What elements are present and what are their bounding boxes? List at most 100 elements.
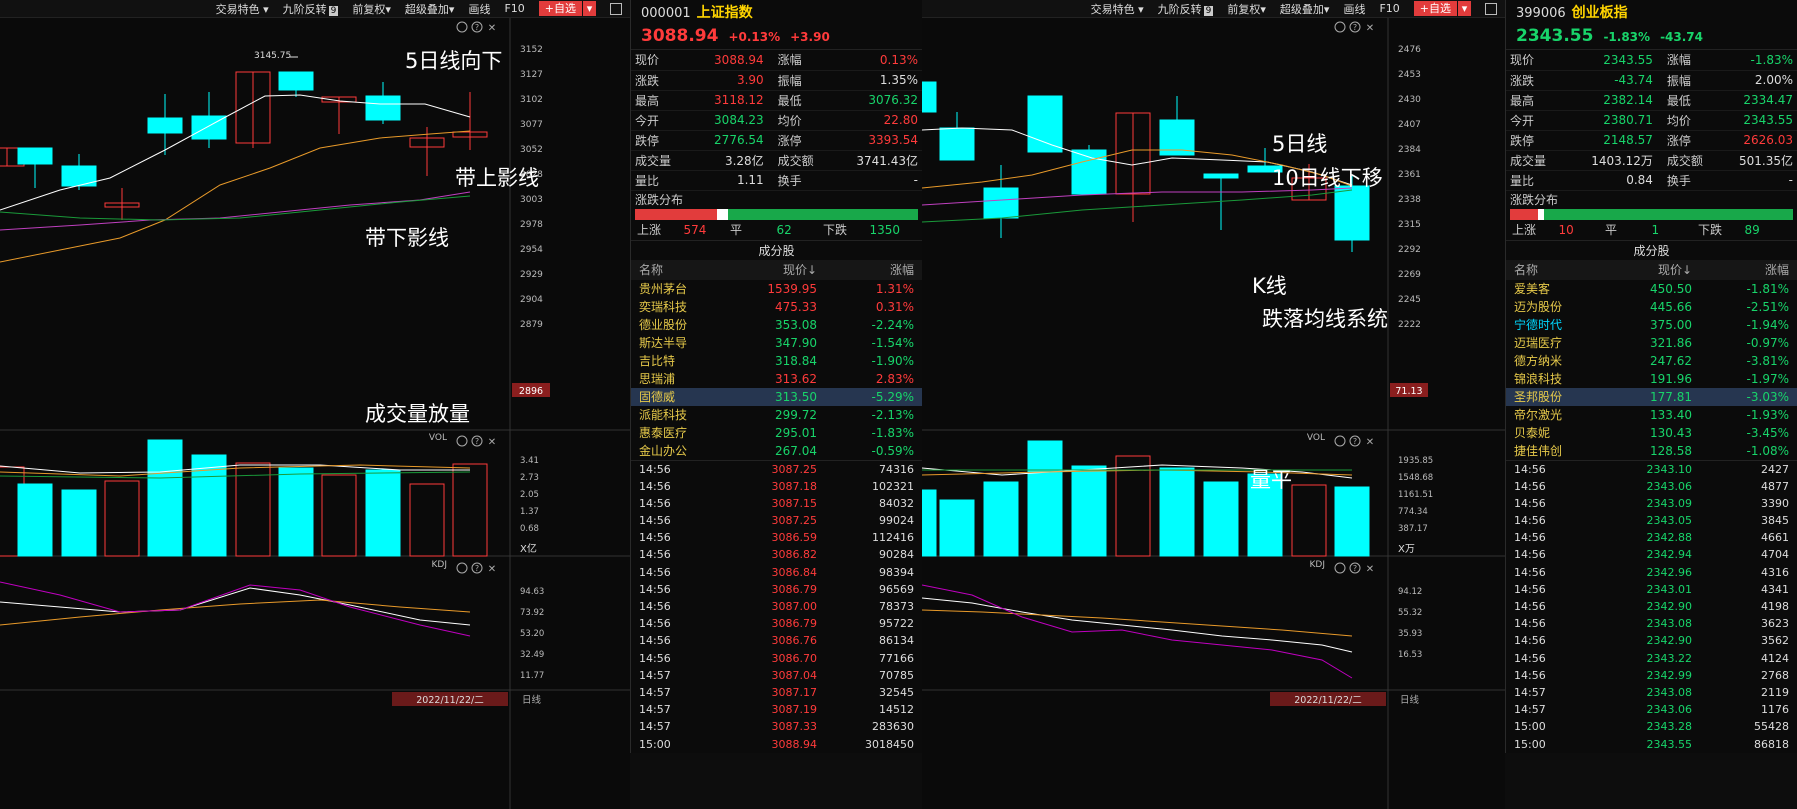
- stock-row[interactable]: 固德威 313.50 -5.29%: [631, 387, 922, 406]
- settings-icon: [1334, 21, 1346, 33]
- volume-bar: [939, 499, 975, 557]
- quote-value: 3088.94: [683, 50, 768, 71]
- stock-row[interactable]: 德业股份 353.08 -2.24%: [631, 316, 922, 334]
- stock-price: 295.01: [775, 425, 817, 440]
- col-change[interactable]: 涨幅: [1700, 260, 1797, 280]
- price-tick: 2929: [520, 270, 543, 280]
- tick-price: 2342.88: [1646, 531, 1693, 545]
- index-change-pct: -1.83%: [1603, 30, 1651, 44]
- tick-time: 14:56: [1514, 651, 1546, 665]
- stock-row[interactable]: 吉比特 318.84 -1.90%: [631, 352, 922, 370]
- stock-change: -1.08%: [1746, 443, 1789, 458]
- close-icon: ✕: [1366, 437, 1374, 448]
- quote-value: 0.13%: [819, 50, 922, 71]
- volume-bar: [922, 489, 937, 557]
- tick-time: 14:57: [1514, 685, 1546, 699]
- tick-time: 15:00: [639, 737, 671, 751]
- quote-row: 现价 3088.94 涨幅 0.13%: [631, 50, 922, 71]
- right-kline-chart[interactable]: 交易特色 ▾ 九阶反转 9 前复权▾ 超级叠加▾ 画线 F10 +自选 ▾ 247…: [922, 0, 1505, 809]
- stock-row[interactable]: 锦浪科技 191.96 -1.97%: [1506, 370, 1797, 388]
- stock-change: -0.97%: [1746, 335, 1789, 350]
- stock-row[interactable]: 迈瑞医疗 321.86 -0.97%: [1506, 334, 1797, 352]
- vol-label: VOL: [1307, 433, 1325, 443]
- components-header[interactable]: 名称 现价↓ 涨幅: [1506, 259, 1797, 280]
- kdj-tick: 11.77: [520, 671, 544, 681]
- quote-label: 换手: [1656, 170, 1709, 191]
- quote-label: 跌停: [1506, 130, 1558, 151]
- components-header[interactable]: 名称 现价↓ 涨幅: [631, 259, 922, 280]
- stock-row[interactable]: 奕瑞科技 475.33 0.31%: [631, 298, 922, 316]
- annotation: 5日线: [1272, 132, 1328, 156]
- quote-value: 3741.43亿: [819, 150, 922, 171]
- stock-row[interactable]: 斯达半导 347.90 -1.54%: [631, 334, 922, 352]
- price-tick: 2879: [520, 320, 543, 330]
- tick-time: 14:56: [1514, 479, 1546, 493]
- candle: [365, 95, 401, 121]
- tick-time: 14:56: [1514, 617, 1546, 631]
- stock-row[interactable]: 迈为股份 445.66 -2.51%: [1506, 298, 1797, 316]
- flat-count: 62: [776, 222, 792, 237]
- stock-row[interactable]: 德方纳米 247.62 -3.81%: [1506, 352, 1797, 370]
- stock-row[interactable]: 贝泰妮 130.43 -3.45%: [1506, 424, 1797, 442]
- stock-row[interactable]: 派能科技 299.72 -2.13%: [631, 406, 922, 424]
- stock-name: 宁德时代: [1514, 317, 1563, 332]
- stock-row[interactable]: 帝尔激光 133.40 -1.93%: [1506, 406, 1797, 424]
- quote-table: 现价 3088.94 涨幅 0.13% 涨跌 3.90 振幅 1.35% 最高 3118.12 最低…: [631, 50, 922, 191]
- index-change-pct: +0.13%: [728, 30, 781, 44]
- col-name[interactable]: 名称: [631, 260, 728, 280]
- col-price[interactable]: 现价↓: [1603, 260, 1700, 280]
- kdj-tick: 53.20: [520, 629, 544, 639]
- tick-row: 15:00 3088.94 3018450: [631, 736, 922, 753]
- stock-row[interactable]: 金山办公 267.04 -0.59%: [631, 442, 922, 460]
- left-kline-chart[interactable]: 交易特色 ▾ 九阶反转 9 前复权▾ 超级叠加▾ 画线 F10 +自选 ▾ 315…: [0, 0, 630, 809]
- col-change[interactable]: 涨幅: [825, 260, 922, 280]
- tick-volume: 86818: [1754, 737, 1789, 751]
- quote-label: 均价: [767, 110, 820, 131]
- stock-row[interactable]: 圣邦股份 177.81 -3.03%: [1506, 387, 1797, 406]
- stock-change: 1.31%: [875, 281, 914, 296]
- stock-name: 圣邦股份: [1514, 389, 1563, 404]
- quote-value: 2148.57: [1558, 130, 1657, 151]
- tick-volume: 90284: [879, 548, 914, 562]
- price-tag-label: 71.13: [1395, 386, 1422, 397]
- tick-volume: 3623: [1761, 617, 1789, 631]
- tick-price: 3087.19: [771, 703, 818, 717]
- stock-row[interactable]: 贵州茅台 1539.95 1.31%: [631, 280, 922, 298]
- tick-price: 3087.17: [771, 685, 818, 699]
- col-name[interactable]: 名称: [1506, 260, 1603, 280]
- index-name: 创业板指: [1571, 5, 1628, 21]
- stock-row[interactable]: 思瑞浦 313.62 2.83%: [631, 370, 922, 388]
- stock-row[interactable]: 惠泰医疗 295.01 -1.83%: [631, 424, 922, 442]
- stock-price: 177.81: [1650, 389, 1692, 404]
- quote-label: 均价: [1656, 110, 1709, 131]
- tick-time: 14:56: [1514, 496, 1546, 510]
- quote-value: 2.00%: [1708, 70, 1797, 91]
- quote-value: 3393.54: [819, 130, 922, 151]
- tick-volume: 3390: [1761, 496, 1789, 510]
- tick-row: 14:56 3087.25 74316: [631, 461, 922, 478]
- annotation: 成交量放量: [365, 402, 470, 426]
- tick-row: 14:57 3087.04 70785: [631, 667, 922, 684]
- stock-price: 313.62: [775, 371, 817, 386]
- quote-label: 现价: [631, 50, 683, 71]
- tick-volume: 3845: [1761, 514, 1789, 528]
- tick-price: 2343.22: [1646, 651, 1693, 665]
- tick-price: 3087.18: [771, 479, 818, 493]
- kdj-tick: 16.53: [1398, 650, 1422, 660]
- stock-price: 450.50: [1650, 281, 1692, 296]
- col-price[interactable]: 现价↓: [728, 260, 825, 280]
- quote-row: 现价 2343.55 涨幅 -1.83%: [1506, 50, 1797, 71]
- tick-time: 14:56: [1514, 514, 1546, 528]
- up-label: 上涨: [1512, 223, 1537, 237]
- tick-price: 3086.70: [771, 651, 818, 665]
- quote-label: 涨幅: [1656, 50, 1709, 71]
- tick-price: 2343.08: [1646, 617, 1693, 631]
- stock-row[interactable]: 爱美客 450.50 -1.81%: [1506, 280, 1797, 298]
- stock-row[interactable]: 捷佳伟创 128.58 -1.08%: [1506, 442, 1797, 460]
- kdj-tick: 73.92: [520, 608, 544, 618]
- tick-price: 2343.05: [1646, 514, 1693, 528]
- kdj-label: KDJ: [1310, 560, 1326, 570]
- stock-row[interactable]: 宁德时代 375.00 -1.94%: [1506, 316, 1797, 334]
- help-icon: ?: [475, 23, 479, 32]
- tick-volume: 96569: [879, 582, 914, 596]
